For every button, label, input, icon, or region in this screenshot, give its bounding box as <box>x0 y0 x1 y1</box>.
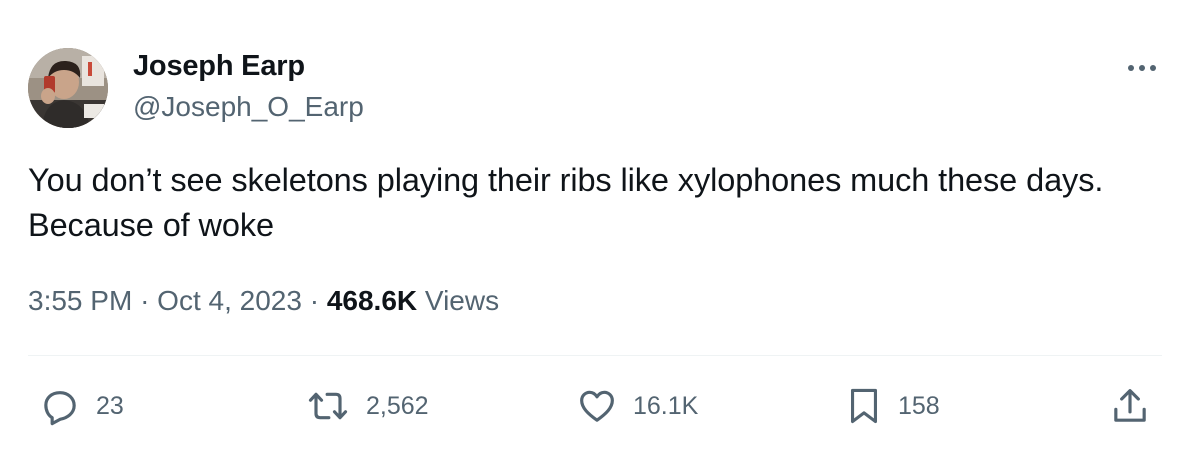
more-options-button[interactable] <box>1124 56 1160 80</box>
tweet-meta: 3:55 PM · Oct 4, 2023 · 468.6K Views <box>28 285 499 317</box>
reply-icon <box>44 391 76 426</box>
bookmark-icon <box>850 388 878 424</box>
share-icon <box>1114 389 1146 422</box>
avatar[interactable] <box>28 48 108 128</box>
author-display-name[interactable]: Joseph Earp <box>133 50 305 83</box>
more-icon <box>1128 65 1156 71</box>
meta-separator: · <box>140 285 150 316</box>
like-button[interactable]: 16.1K <box>577 386 698 426</box>
share-button[interactable] <box>1110 386 1150 426</box>
tweet-text: You don’t see skeletons playing their ri… <box>28 162 1104 243</box>
retweet-icon <box>308 392 348 420</box>
views-label: Views <box>424 285 500 316</box>
like-count: 16.1K <box>633 391 699 420</box>
reply-button[interactable]: 23 <box>40 386 124 426</box>
heart-icon <box>580 390 614 422</box>
tweet-time[interactable]: 3:55 PM <box>28 285 132 316</box>
author-handle[interactable]: @Joseph_O_Earp <box>133 91 364 123</box>
divider <box>28 355 1162 356</box>
tweet-card: Joseph Earp @Joseph_O_Earp You don’t see… <box>0 0 1192 450</box>
retweet-button[interactable]: 2,562 <box>306 386 429 426</box>
bookmark-button[interactable]: 158 <box>846 386 940 426</box>
profile-photo-icon <box>28 48 108 128</box>
meta-separator: · <box>309 285 320 316</box>
views-count: 468.6K <box>326 285 418 316</box>
tweet-date[interactable]: Oct 4, 2023 <box>157 285 302 316</box>
bookmark-count: 158 <box>898 391 940 420</box>
retweet-count: 2,562 <box>366 391 429 420</box>
reply-count: 23 <box>96 391 124 420</box>
